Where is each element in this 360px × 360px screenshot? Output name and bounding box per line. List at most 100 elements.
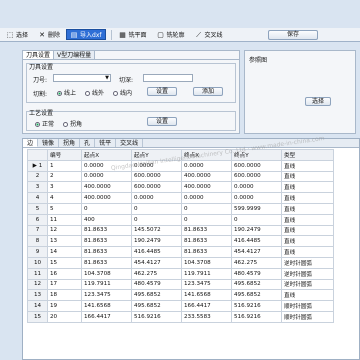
row-header-cell[interactable]: 12	[27, 278, 48, 291]
table-row[interactable]: 4 4 400.0000 0.0000 0.0000 0.0000 直线	[27, 192, 334, 204]
table-cell[interactable]: 0	[131, 202, 182, 215]
cross-line-button[interactable]: ⟋ 交叉线	[191, 29, 227, 40]
table-cell[interactable]: 0.0000	[81, 159, 132, 172]
table-cell[interactable]: 480.4579	[231, 267, 282, 280]
table-cell[interactable]: 495.6852	[131, 300, 182, 312]
table-cell[interactable]: 0	[131, 213, 182, 226]
table-cell[interactable]: 400.0000	[181, 170, 232, 183]
tab-hole[interactable]: 孔	[80, 139, 96, 147]
table-row[interactable]: 2 2 0.0000 600.0000 400.0000 600.0000 直线	[27, 170, 334, 183]
table-cell[interactable]: 166.4417	[181, 300, 232, 312]
table-cell[interactable]: 123.3475	[181, 278, 232, 291]
column-header[interactable]: 终点Y	[231, 149, 282, 161]
table-cell[interactable]: 11	[47, 213, 82, 226]
table-cell[interactable]: 直线	[281, 213, 334, 226]
table-cell[interactable]: 0	[81, 202, 132, 215]
table-cell[interactable]: 4	[47, 192, 82, 204]
radio-corner[interactable]: 拐角	[63, 119, 82, 128]
tool-add-button[interactable]: 添加	[193, 87, 223, 96]
table-cell[interactable]: 0.0000	[181, 159, 232, 172]
table-row[interactable]: 3 3 400.0000 600.0000 400.0000 0.0000 直线	[27, 181, 334, 194]
table-cell[interactable]: 104.3708	[81, 267, 132, 280]
table-row[interactable]: ▶ 1 1 0.0000 0.0000 0.0000 600.0000 直线	[27, 159, 334, 172]
column-header[interactable]: 起点X	[81, 149, 132, 161]
table-row[interactable]: 8 13 81.8633 190.2479 81.8633 416.4485 直线	[27, 235, 334, 248]
column-header[interactable]: 终点X	[181, 149, 232, 161]
tool-set-button[interactable]: 设置	[147, 87, 177, 96]
column-header[interactable]	[27, 149, 48, 161]
radio-on-line[interactable]: 线上	[57, 88, 76, 97]
table-cell[interactable]: 顺时针圆弧	[281, 310, 334, 323]
table-cell[interactable]: 400.0000	[81, 192, 132, 204]
table-cell[interactable]: 直线	[281, 289, 334, 302]
radio-outside[interactable]: 线外	[85, 88, 104, 97]
tab-cross-line[interactable]: 交叉线	[116, 139, 144, 147]
table-cell[interactable]: 104.3708	[181, 256, 232, 269]
tool-number-dropdown[interactable]: ▼	[53, 74, 111, 82]
table-row[interactable]: 10 15 81.8633 454.4127 104.3708 462.275 逆时针圆弧	[27, 256, 334, 269]
table-cell[interactable]: 15	[47, 256, 82, 269]
table-cell[interactable]: 495.6852	[231, 278, 282, 291]
geometry-table[interactable]: 编号 起点X 起点Y 终点X 终点Y 类型 ▶ 1 1 0.0000 0.0000 0.0000 6…	[27, 149, 334, 323]
column-header[interactable]: 编号	[47, 149, 82, 161]
table-cell[interactable]: 0	[231, 213, 282, 226]
table-cell[interactable]: 直线	[281, 202, 334, 215]
table-cell[interactable]: 81.8633	[81, 246, 132, 258]
column-header[interactable]: 类型	[281, 149, 334, 161]
cut-depth-input[interactable]	[143, 74, 193, 82]
table-cell[interactable]: 81.8633	[181, 235, 232, 248]
table-cell[interactable]: 141.6568	[181, 289, 232, 302]
table-cell[interactable]: 462.275	[131, 267, 182, 280]
table-cell[interactable]: 直线	[281, 181, 334, 194]
table-cell[interactable]: 0.0000	[231, 192, 282, 204]
table-cell[interactable]: 81.8633	[181, 224, 232, 237]
tab-corner[interactable]: 拐角	[59, 139, 81, 147]
tab-tool-settings[interactable]: 刀具设置	[23, 51, 55, 59]
column-header[interactable]: 起点Y	[131, 149, 182, 161]
table-cell[interactable]: 454.4127	[131, 256, 182, 269]
table-row[interactable]: 9 14 81.8633 416.4485 81.8633 454.4127 直线	[27, 246, 334, 258]
table-row[interactable]: 11 16 104.3708 462.275 119.7911 480.4579 逆时针圆弧	[27, 267, 334, 280]
table-cell[interactable]: 480.4579	[131, 278, 182, 291]
table-cell[interactable]: 直线	[281, 246, 334, 258]
table-cell[interactable]: 顺时针圆弧	[281, 300, 334, 312]
table-cell[interactable]: 20	[47, 310, 82, 323]
table-cell[interactable]: 516.9216	[231, 310, 282, 323]
face-mill-button[interactable]: ▦ 铣平面	[115, 29, 151, 40]
table-cell[interactable]: 416.4485	[131, 246, 182, 258]
table-cell[interactable]: 516.9216	[131, 310, 182, 323]
table-cell[interactable]: 0.0000	[231, 181, 282, 194]
row-header-cell[interactable]: 11	[27, 267, 48, 280]
table-cell[interactable]: 600.0000	[131, 170, 182, 183]
row-header-cell[interactable]: 5	[27, 202, 48, 215]
table-cell[interactable]: 3	[47, 181, 82, 194]
table-cell[interactable]: 逆时针圆弧	[281, 278, 334, 291]
table-cell[interactable]: 516.9216	[231, 300, 282, 312]
table-cell[interactable]: 190.2479	[131, 235, 182, 248]
tab-edges[interactable]: 边	[23, 139, 39, 147]
table-cell[interactable]: 直线	[281, 170, 334, 183]
table-cell[interactable]: 81.8633	[81, 224, 132, 237]
table-cell[interactable]: 599.9999	[231, 202, 282, 215]
row-header-cell[interactable]: 13	[27, 289, 48, 302]
process-set-button[interactable]: 设置	[147, 117, 177, 126]
table-cell[interactable]: 逆时针圆弧	[281, 267, 334, 280]
table-cell[interactable]: 462.275	[231, 256, 282, 269]
table-row[interactable]: 7 12 81.8633 145.5072 81.8633 190.2479 直线	[27, 224, 334, 237]
table-cell[interactable]: 0.0000	[131, 159, 182, 172]
row-header-cell[interactable]: 10	[27, 256, 48, 269]
table-cell[interactable]: 直线	[281, 235, 334, 248]
table-cell[interactable]: 直线	[281, 192, 334, 204]
table-cell[interactable]: 0.0000	[181, 192, 232, 204]
table-row[interactable]: 5 5 0 0 0 599.9999 直线	[27, 202, 334, 215]
row-header-cell[interactable]: 3	[27, 181, 48, 194]
row-header-cell[interactable]: 6	[27, 213, 48, 226]
table-cell[interactable]: 600.0000	[231, 159, 282, 172]
table-cell[interactable]: 233.5583	[181, 310, 232, 323]
import-dxf-button[interactable]: ▤ 导入dxf	[66, 29, 106, 40]
tab-v-tool[interactable]: V型刀编程量	[54, 51, 96, 59]
delete-button[interactable]: ✕ 删除	[34, 29, 64, 40]
table-cell[interactable]: 400.0000	[181, 181, 232, 194]
table-cell[interactable]: 166.4417	[81, 310, 132, 323]
table-cell[interactable]: 81.8633	[181, 246, 232, 258]
